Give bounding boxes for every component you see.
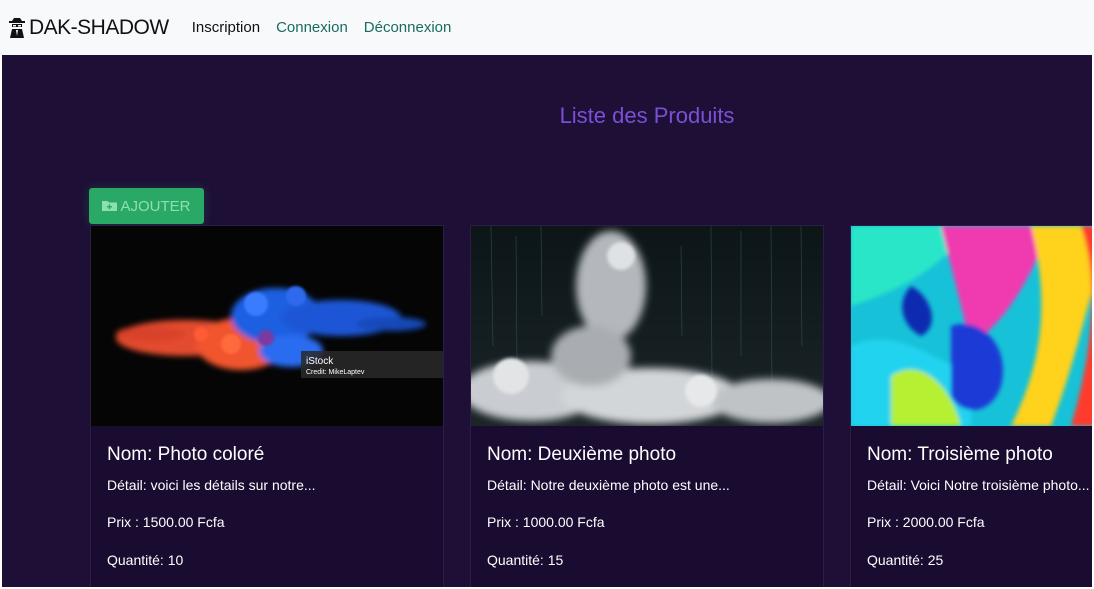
product-card[interactable]: Nom: Deuxième photo Détail: Notre deuxiè… <box>470 225 824 587</box>
product-image <box>471 226 823 426</box>
nav-link-inscription[interactable]: Inscription <box>192 19 260 36</box>
nav-link-deconnexion[interactable]: Déconnexion <box>364 19 452 36</box>
watermark-brand: iStock <box>306 356 334 367</box>
product-image: iStock Credit: MikeLaptev <box>91 226 443 426</box>
watermark-credit: Credit: MikeLaptev <box>306 369 365 376</box>
spy-icon <box>9 17 25 38</box>
navbar: DAK-SHADOW Inscription Connexion Déconne… <box>0 0 1094 55</box>
product-name: Nom: Photo coloré <box>107 444 265 465</box>
brand-name: DAK-SHADOW <box>29 15 169 39</box>
main-content: Liste des Produits AJOUTER iStock Credit… <box>2 55 1092 587</box>
product-detail: Détail: Notre deuxième photo est une... <box>487 477 730 493</box>
product-quantity: Quantité: 10 <box>107 552 184 568</box>
product-quantity: Quantité: 15 <box>487 552 564 568</box>
product-card[interactable]: iStock Credit: MikeLaptev Nom: Photo col… <box>90 225 444 587</box>
product-price: Prix : 1000.00 Fcfa <box>487 514 605 530</box>
product-detail: Détail: Voici Notre troisième photo... <box>867 477 1090 493</box>
product-quantity: Quantité: 25 <box>867 552 944 568</box>
product-card[interactable]: Nom: Troisième photo Détail: Voici Notre… <box>850 225 1092 587</box>
page-title: Liste des Produits <box>559 103 735 128</box>
brand[interactable]: DAK-SHADOW <box>8 16 169 40</box>
product-detail: Détail: voici les détails sur notre... <box>107 477 316 493</box>
nav-links: Inscription Connexion Déconnexion <box>192 19 468 36</box>
card-body: Nom: Troisième photo Détail: Voici Notre… <box>851 426 1092 568</box>
product-price: Prix : 2000.00 Fcfa <box>867 514 985 530</box>
add-product-button[interactable]: AJOUTER <box>89 188 204 224</box>
folder-plus-icon <box>102 201 118 211</box>
product-price: Prix : 1500.00 Fcfa <box>107 514 225 530</box>
card-body: Nom: Deuxième photo Détail: Notre deuxiè… <box>471 426 823 568</box>
product-name: Nom: Troisième photo <box>867 444 1053 465</box>
product-name: Nom: Deuxième photo <box>487 444 677 465</box>
product-image <box>851 226 1092 426</box>
card-body: Nom: Photo coloré Détail: voici les déta… <box>91 426 443 568</box>
nav-link-connexion[interactable]: Connexion <box>276 19 348 36</box>
add-button-label: AJOUTER <box>120 197 191 215</box>
